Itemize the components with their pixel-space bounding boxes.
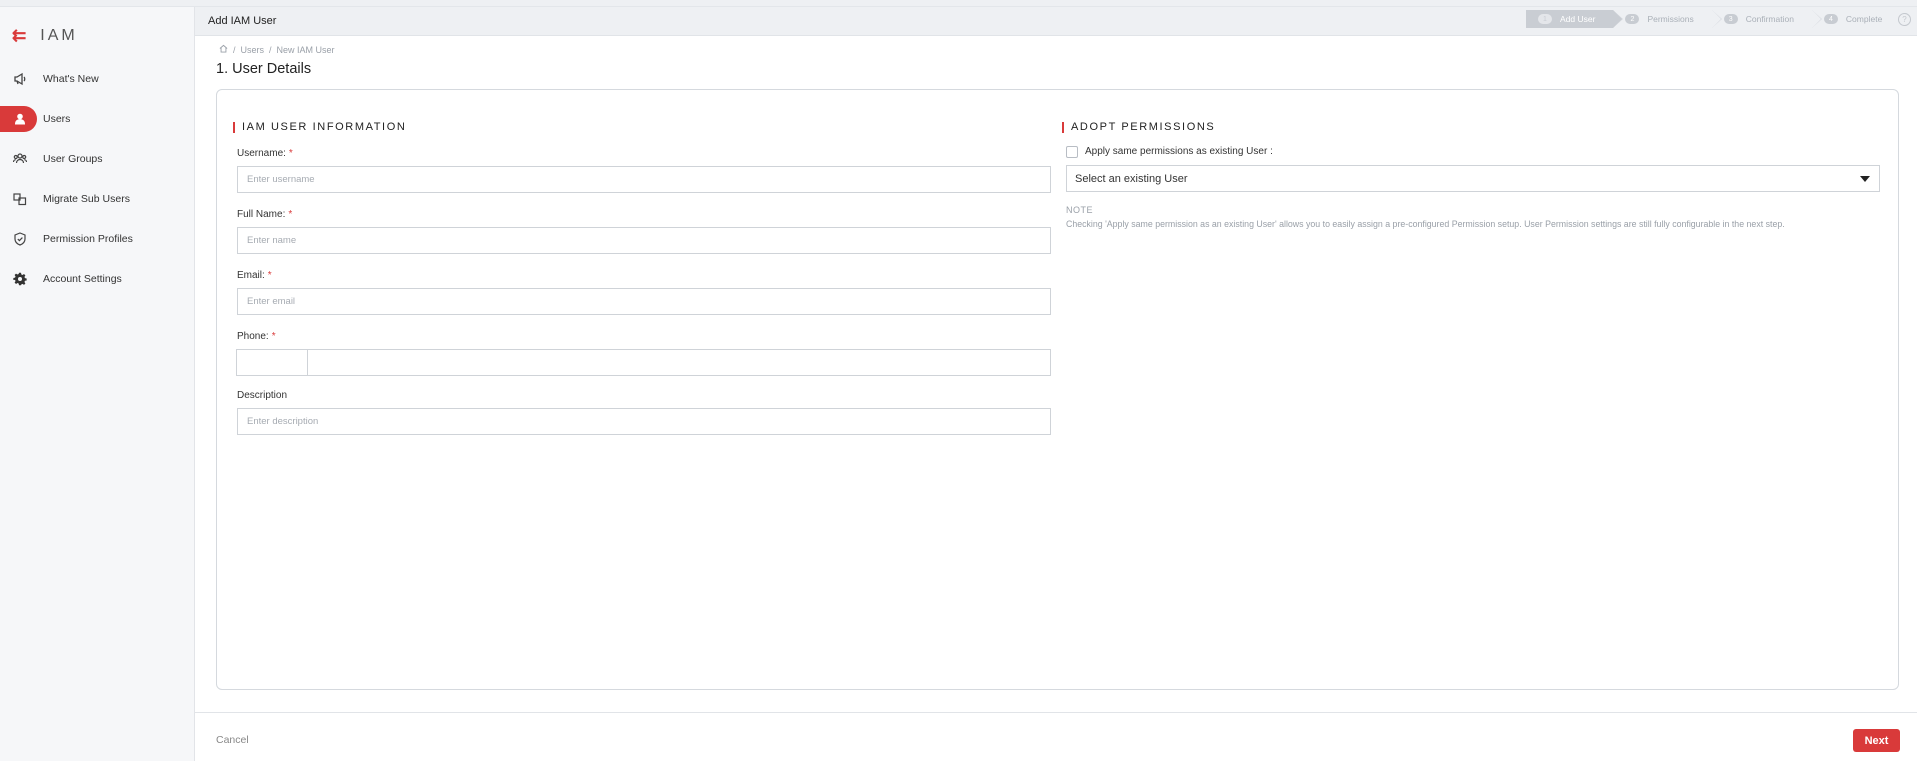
sidebar-item-label: Users xyxy=(43,113,71,125)
step-confirmation: 3 Confirmation xyxy=(1711,10,1822,28)
note-title: NOTE xyxy=(1066,205,1094,215)
phone-number-input[interactable] xyxy=(307,349,1051,376)
sidebar: ⇇ IAM What's New Users User Groups Migra… xyxy=(0,7,195,761)
fullname-label-text: Full Name: xyxy=(237,209,286,220)
username-label-text: Username: xyxy=(237,148,286,159)
sidebar-item-migrate-sub-users[interactable]: Migrate Sub Users xyxy=(0,179,195,219)
sidebar-item-users[interactable]: Users xyxy=(0,99,195,139)
page-title: 1. User Details xyxy=(216,61,312,77)
brand-title: IAM xyxy=(40,27,78,44)
sidebar-nav: What's New Users User Groups Migrate Sub… xyxy=(0,59,195,299)
required-mark: * xyxy=(267,270,272,281)
step-number: 3 xyxy=(1723,14,1738,24)
cancel-button[interactable]: Cancel xyxy=(216,734,249,746)
step-permissions: 2 Permissions xyxy=(1613,10,1722,28)
note-text: Checking 'Apply same permission as an ex… xyxy=(1066,219,1785,229)
header-bar: Add IAM User 1 Add User 2 Permissions 3 … xyxy=(195,7,1917,36)
top-strip xyxy=(0,0,1917,7)
step-number: 1 xyxy=(1538,14,1552,24)
sidebar-item-label: Permission Profiles xyxy=(43,233,133,245)
step-complete: 4 Complete xyxy=(1811,10,1901,28)
required-mark: * xyxy=(271,331,276,342)
email-label-text: Email: xyxy=(237,270,265,281)
help-icon[interactable]: ? xyxy=(1898,13,1911,26)
breadcrumb-users-link[interactable]: Users xyxy=(241,45,265,55)
username-input[interactable] xyxy=(237,166,1051,193)
apply-permissions-label: Apply same permissions as existing User … xyxy=(1085,146,1273,157)
user-details-card: IAM USER INFORMATION Username:* Full Nam… xyxy=(216,89,1899,690)
step-number: 4 xyxy=(1823,14,1838,24)
fullname-input[interactable] xyxy=(237,227,1051,254)
shield-check-icon xyxy=(12,231,28,247)
description-label: Description xyxy=(237,390,288,401)
step-arrow xyxy=(1613,10,1623,28)
step-arrow xyxy=(1711,10,1721,28)
breadcrumb-separator: / xyxy=(269,44,272,55)
breadcrumb-current: New IAM User xyxy=(276,44,335,55)
megaphone-icon xyxy=(12,71,28,87)
brand: ⇇ IAM xyxy=(12,21,78,51)
sidebar-item-whats-new[interactable]: What's New xyxy=(0,59,195,99)
required-mark: * xyxy=(288,148,293,159)
next-button[interactable]: Next xyxy=(1853,729,1900,752)
sidebar-item-permission-profiles[interactable]: Permission Profiles xyxy=(0,219,195,259)
sidebar-item-label: What's New xyxy=(43,73,99,85)
phone-label-text: Phone: xyxy=(237,331,269,342)
existing-user-select[interactable]: Select an existing User xyxy=(1066,165,1880,192)
section-title-adopt-permissions: ADOPT PERMISSIONS xyxy=(1062,122,1215,133)
username-label: Username: * xyxy=(237,148,293,159)
sidebar-item-label: User Groups xyxy=(43,153,103,165)
step-label: Add User xyxy=(1560,14,1596,24)
step-arrow xyxy=(1811,10,1821,28)
header-title: Add IAM User xyxy=(208,15,277,27)
sidebar-item-label: Account Settings xyxy=(43,273,122,285)
phone-country-code-select[interactable] xyxy=(236,349,308,376)
footer-bar: Cancel Next xyxy=(195,712,1917,761)
wizard-stepper: 1 Add User 2 Permissions 3 Confirmation … xyxy=(1526,10,1901,28)
sidebar-item-label: Migrate Sub Users xyxy=(43,193,130,205)
step-label: Confirmation xyxy=(1745,14,1794,24)
apply-permissions-checkbox[interactable] xyxy=(1066,146,1078,158)
section-title-user-info: IAM USER INFORMATION xyxy=(233,122,406,133)
chevron-down-icon xyxy=(1860,176,1870,182)
existing-user-select-value: Select an existing User xyxy=(1075,172,1188,185)
user-icon xyxy=(12,111,28,127)
step-label: Complete xyxy=(1845,14,1883,24)
sidebar-item-user-groups[interactable]: User Groups xyxy=(0,139,195,179)
email-input[interactable] xyxy=(237,288,1051,315)
app-root: ⇇ IAM What's New Users User Groups Migra… xyxy=(0,0,1917,761)
step-add-user: 1 Add User xyxy=(1526,10,1624,28)
migrate-icon xyxy=(12,191,28,207)
breadcrumb-separator: / xyxy=(233,44,236,55)
step-label: Permissions xyxy=(1647,14,1694,24)
fullname-label: Full Name: * xyxy=(237,209,292,220)
required-mark: * xyxy=(288,209,293,220)
step-number: 2 xyxy=(1625,14,1640,24)
gear-icon xyxy=(12,271,28,287)
home-icon[interactable] xyxy=(219,44,228,55)
user-group-icon xyxy=(12,151,28,167)
collapse-menu-icon[interactable]: ⇇ xyxy=(12,26,26,46)
phone-label: Phone: * xyxy=(237,331,276,342)
email-label: Email: * xyxy=(237,270,272,281)
description-input[interactable] xyxy=(237,408,1051,435)
breadcrumb: / Users / New IAM User xyxy=(219,44,335,55)
sidebar-item-account-settings[interactable]: Account Settings xyxy=(0,259,195,299)
